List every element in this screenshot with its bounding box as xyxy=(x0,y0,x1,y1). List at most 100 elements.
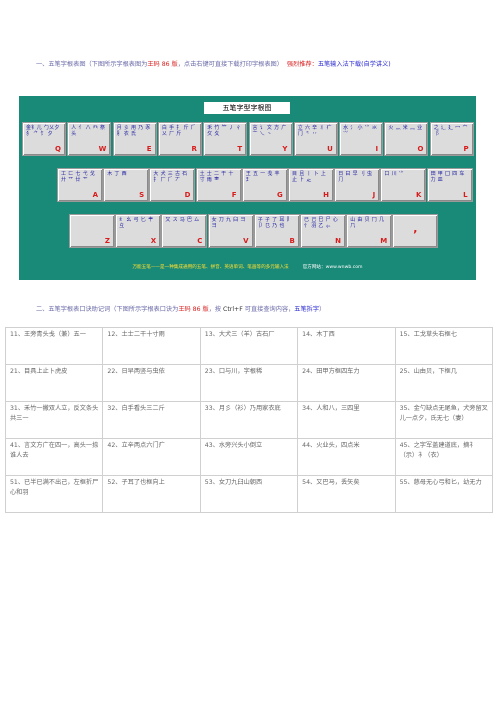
shortcut-label: Ctrl+F xyxy=(223,306,243,313)
chart-footer: 万能五笔——是一种集成通用的五笔、拼音、英语单词、笔画等的多元输入法 官方网站：w… xyxy=(19,264,476,270)
key-letter: V xyxy=(243,237,249,245)
table-cell: 23、口与川，字根稀 xyxy=(199,364,299,402)
version-label: 王码 86 版 xyxy=(147,61,178,68)
table-cell: 15、工戈草头右框七 xyxy=(394,327,494,365)
version-label: 王码 86 版 xyxy=(178,306,209,313)
recommend-label: 强烈推荐： xyxy=(286,61,318,68)
section-heading-1: 一、五笔字根表图（下图所示字根表图为王码 86 版，点击右键可直接下载打印字根表… xyxy=(36,60,466,70)
key-roots: 又 ス 马 巴 厶 xyxy=(165,217,200,223)
table-cell: 52、子耳了也框向上 xyxy=(102,475,201,513)
key-letter: N xyxy=(335,237,341,245)
key-letter: M xyxy=(380,237,388,245)
key-q: 金钅儿 勹乂夕 犭 ⺈ 饣 夕 Q xyxy=(22,122,66,156)
key-letter: W xyxy=(98,145,107,153)
key-letter: I xyxy=(375,145,379,153)
key-letter: K xyxy=(415,191,422,199)
key-roots: 月 彡 用 乃 豕 ⺼ 衣 氏 xyxy=(116,125,151,137)
table-cell: 43、水旁兴头小倒立 xyxy=(199,438,299,476)
table-cell: 24、田甲方框四车力 xyxy=(297,364,396,402)
table-cell: 31、禾竹一撇双人立，反文条头共三一 xyxy=(4,401,104,439)
key-roots: 田 甲 囗 四 车 力 皿 xyxy=(430,171,465,183)
key-roots: 子 孑 了 耳 阝 卩 ⺋ 乃 也 xyxy=(257,217,292,229)
key-f: 土 士 二 干 十 寸 雨 ⺻ F xyxy=(195,168,242,202)
key-letter: P xyxy=(463,145,469,153)
table-cell: 21、目具上止卜虎皮 xyxy=(4,364,104,402)
key-roots: 大 犬 三 古 石 ⺘ 厂 ⺁ 丆 xyxy=(153,171,188,183)
table-cell: 11、王旁青头戋（兼）五一 xyxy=(4,327,104,365)
key-roots: 日 曰 早 刂 虫 ⺆ xyxy=(338,171,373,183)
key-x: 纟 幺 弓 匕 ⺺ 彑 X xyxy=(115,214,162,248)
table-cell: 13、大犬三（羊）古石厂 xyxy=(199,327,299,365)
key-b: 子 孑 了 耳 阝 卩 ⺋ 乃 也 B xyxy=(253,214,300,248)
table-row: 21、目具上止卜虎皮 22、日早两竖与虫依 23、口与川，字根稀 24、田甲方框四车力… xyxy=(4,364,494,402)
key-letter: Z xyxy=(104,237,110,245)
table-cell: 33、月彡（衫）乃用家衣底 xyxy=(199,401,299,439)
key-k: 口 川 ⺌ K xyxy=(380,168,427,202)
key-letter: L xyxy=(463,191,468,199)
table-row: 31、禾竹一撇双人立，反文条头共三一 32、白手看头三二斤 33、月彡（衫）乃用家衣… xyxy=(4,401,494,439)
key-j: 日 曰 早 刂 虫 ⺆ J xyxy=(334,168,381,202)
key-letter: A xyxy=(92,191,98,199)
table-row: 41、言文方广在四一，高头一捺谁人去 42、立辛两点六门疒 43、水旁兴头小倒立 44… xyxy=(4,438,494,476)
table-cell: 25、山由贝，下框几 xyxy=(394,364,494,402)
key-g: 王 五 一 戋 丰 ⺩ G xyxy=(241,168,288,202)
key-roots: 之 辶 廴 冖 宀 ⻏ xyxy=(433,125,468,137)
key-roots: 土 士 二 干 十 寸 雨 ⺻ xyxy=(199,171,234,183)
key-m: 山 由 贝 冂 几 ⺇ M xyxy=(346,214,393,248)
key-y: 言 讠 文 方 广 亠 乀 丶 Y xyxy=(248,122,293,156)
key-roots: 木 丁 西 xyxy=(107,171,127,177)
key-letter: B xyxy=(289,237,295,245)
heading-prefix: 一、五笔字根表 xyxy=(36,61,80,68)
table-cell: 45、之字军盖建道底，摘礻（示）衤（衣） xyxy=(394,438,494,476)
key-letter: G xyxy=(277,191,283,199)
key-d: 大 犬 三 古 石 ⺘ 厂 ⺁ 丆 D xyxy=(149,168,196,202)
table-cell: 14、木丁西 xyxy=(297,327,396,365)
mnemonic-table: 11、王旁青头戋（兼）五一 12、土士二干十寸雨 13、大犬三（羊）古石厂 14、木丁… xyxy=(4,327,494,513)
table-cell: 32、白手看头三二斤 xyxy=(102,401,201,439)
key-letter: D xyxy=(184,191,191,199)
key-roots: 王 五 一 戋 丰 ⺩ xyxy=(245,171,280,183)
key-roots: 金钅儿 勹乂夕 犭 ⺈ 饣 夕 xyxy=(26,125,60,137)
key-roots: 工 匚 七 弋 戈 廾 艹 廿 ⺾ xyxy=(61,171,96,183)
key-roots: 目 且 丨 卜 上 止 ⺊ 龰 xyxy=(292,171,327,183)
key-l: 田 甲 囗 四 车 力 皿 L xyxy=(426,168,473,202)
table-cell: 53、女刀九臼山朝西 xyxy=(199,475,299,513)
key-roots: 水 氵 小 ⺌ 氺 ⺍ xyxy=(343,125,378,137)
key-roots: 白 手 扌 斤 ⺁ 乂 厂 斤 xyxy=(161,125,196,137)
key-u: 立 六 辛 丬 疒 门 ⺀ 丷 U xyxy=(293,122,338,156)
key-letter: E xyxy=(146,145,152,153)
key-roots: 火 灬 米 ⺣ 业 xyxy=(388,125,423,131)
key-letter: J xyxy=(372,191,376,199)
download-link[interactable]: 五笔输入法下载(自学讲义) xyxy=(318,61,391,68)
key-h: 目 且 丨 卜 上 止 ⺊ 龰 H xyxy=(288,168,334,202)
key-r: 白 手 扌 斤 ⺁ 乂 厂 斤 R xyxy=(157,122,202,156)
table-cell: 42、立辛两点六门疒 xyxy=(102,438,201,476)
key-o: 火 灬 米 ⺣ 业 O xyxy=(384,122,429,156)
key-e: 月 彡 用 乃 豕 ⺼ 衣 氏 E xyxy=(112,122,157,156)
key-p: 之 辶 廴 冖 宀 ⻏ P xyxy=(429,122,474,156)
table-cell: 34、人和八，三四里 xyxy=(297,401,396,439)
heading-text: ） xyxy=(319,306,326,313)
key-roots: 立 六 辛 丬 疒 门 ⺀ 丷 xyxy=(297,125,332,137)
key-letter: F xyxy=(231,191,237,199)
split-link[interactable]: 五笔拆字 xyxy=(294,306,319,313)
heading-text: ，按 xyxy=(208,306,224,313)
table-cell: 12、土士二干十寸雨 xyxy=(102,327,201,365)
table-cell: 41、言文方广在四一，高头一捺谁人去 xyxy=(4,438,104,476)
wubi-root-chart: 五笔字型字根图 金钅儿 勹乂夕 犭 ⺈ 饣 夕 Q 人 亻 八 癶 祭头 W 月 彡 用… xyxy=(19,96,476,280)
footer-text: 万能五笔——是一种集成通用的五笔、拼音、英语单词、笔画等的多元输入法 xyxy=(132,265,289,270)
table-cell: 54、又巴马，丢矢矣 xyxy=(297,475,396,513)
key-letter: T xyxy=(237,145,243,153)
heading-text: 图（下图所示字根表图为 xyxy=(79,61,148,68)
chart-title: 五笔字型字根图 xyxy=(204,102,290,114)
key-comma: , xyxy=(392,214,439,248)
key-n: 已 己 巳 尸 心 忄 羽 乙 ⺗ N xyxy=(300,214,346,248)
key-w: 人 亻 八 癶 祭头 W xyxy=(67,122,112,156)
key-roots: 人 亻 八 癶 祭头 xyxy=(71,125,106,137)
key-roots: 言 讠 文 方 广 亠 乀 丶 xyxy=(252,125,287,137)
site-url: 官方网站：www.wnwb.com xyxy=(302,265,363,270)
key-letter: H xyxy=(323,191,329,199)
key-letter: U xyxy=(327,145,333,153)
key-s: 木 丁 西 S xyxy=(103,168,150,202)
key-letter: O xyxy=(417,145,424,153)
